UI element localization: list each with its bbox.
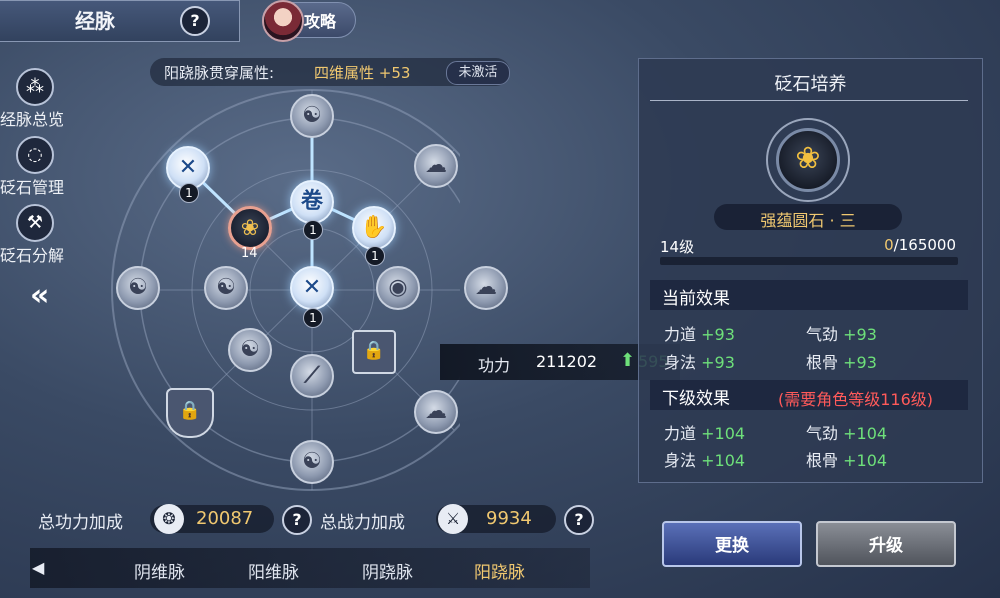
node-mid-right[interactable]: ◉ xyxy=(376,266,420,310)
current-stat: 气劲 +93 xyxy=(806,321,877,345)
menu-decompose-label[interactable]: 砭石分解 xyxy=(0,242,64,266)
current-effect-title: 当前效果 xyxy=(662,289,730,309)
menu-overview-label[interactable]: 经脉总览 xyxy=(0,106,64,130)
node-selected-level: 14 xyxy=(241,246,258,261)
next-effect-title: 下级效果 xyxy=(662,389,730,409)
current-stat: 根骨 +93 xyxy=(806,349,877,373)
hammer-icon[interactable]: ⚒ xyxy=(16,204,54,242)
stat-name: 根骨 xyxy=(806,353,839,372)
collapse-arrow-icon[interactable]: « xyxy=(30,278,49,313)
node-level-badge: 1 xyxy=(365,246,385,266)
stat-name: 气劲 xyxy=(806,424,839,443)
page-title: 经脉 xyxy=(75,9,115,33)
next-stat: 气劲 +104 xyxy=(806,420,887,444)
tab-yangwei[interactable]: 阳维脉 xyxy=(248,558,299,583)
node-level-badge: 1 xyxy=(179,183,199,203)
node-right-active[interactable]: ✋ xyxy=(352,206,396,250)
stat-name: 力道 xyxy=(664,325,697,344)
node-top[interactable]: ☯ xyxy=(290,94,334,138)
stat-value: +93 xyxy=(701,325,735,344)
next-stat: 身法 +104 xyxy=(664,447,745,471)
menu-manage-label[interactable]: 砭石管理 xyxy=(0,174,64,198)
skill-bonus-label: 总功力加成 xyxy=(38,513,123,533)
upgrade-button[interactable]: 升级 xyxy=(816,521,956,567)
battle-bonus-label: 总战力加成 xyxy=(320,513,405,533)
node-level-badge: 1 xyxy=(303,220,323,240)
tab-yinwei[interactable]: 阴维脉 xyxy=(134,558,185,583)
stat-name: 气劲 xyxy=(806,325,839,344)
panel-divider xyxy=(650,100,968,101)
replace-button[interactable]: 更换 xyxy=(662,521,802,567)
next-stat: 根骨 +104 xyxy=(806,447,887,471)
node-center-active[interactable]: ✕ xyxy=(290,266,334,310)
ring-icon[interactable]: ◌ xyxy=(16,136,54,174)
node-level-badge: 1 xyxy=(303,308,323,328)
skill-bonus-icon: ❂ xyxy=(154,504,184,534)
tab-yinqiao[interactable]: 阴跷脉 xyxy=(362,558,413,583)
stat-value: +93 xyxy=(701,353,735,372)
exp-max: /165000 xyxy=(893,236,956,254)
node-center-top-active[interactable]: 卷 xyxy=(290,180,334,224)
node-lower-left[interactable]: ☯ xyxy=(228,328,272,372)
stat-name: 根骨 xyxy=(806,451,839,470)
node-upper-right[interactable]: ☁ xyxy=(414,144,458,188)
node-far-right[interactable]: ☁ xyxy=(464,266,508,310)
skill-bonus-value: 20087 xyxy=(196,508,254,529)
tab-prev-arrow-icon[interactable]: ◀ xyxy=(32,558,44,577)
battle-bonus-help-icon[interactable]: ? xyxy=(564,505,594,535)
tab-yangqiao-active[interactable]: 阳跷脉 xyxy=(474,558,525,583)
node-far-left[interactable]: ☯ xyxy=(116,266,160,310)
node-lower-center[interactable]: ⟋ xyxy=(290,354,334,398)
stat-value: +104 xyxy=(701,451,746,470)
current-stat: 力道 +93 xyxy=(664,321,735,345)
node-lower-right[interactable]: ☁ xyxy=(414,390,458,434)
power-label: 功力 xyxy=(478,356,511,375)
stat-value: +104 xyxy=(701,424,746,443)
stone-name: 强蕴圆石 · 三 xyxy=(760,211,856,230)
exp-progress-bar xyxy=(660,257,958,265)
stat-value: +104 xyxy=(843,451,888,470)
panel-title: 砭石培养 xyxy=(774,74,847,95)
power-value: 211202 xyxy=(536,352,598,371)
skill-bonus-help-icon[interactable]: ? xyxy=(282,505,312,535)
node-selected[interactable]: ❀ xyxy=(228,206,272,250)
guide-avatar[interactable] xyxy=(262,0,304,42)
node-mid-left[interactable]: ☯ xyxy=(204,266,248,310)
up-arrow-icon: ⬆ xyxy=(620,350,636,371)
stat-value: +104 xyxy=(843,424,888,443)
locked-node-icon[interactable]: 🔒 xyxy=(352,330,396,374)
lotus-stone-icon: ❀ xyxy=(776,128,840,192)
help-icon[interactable]: ? xyxy=(180,6,210,36)
next-effect-requirement: (需要角色等级116级) xyxy=(778,390,934,409)
locked-shield-icon[interactable]: 🔒 xyxy=(166,388,214,438)
stone-level: 14级 xyxy=(660,238,695,256)
stat-value: +93 xyxy=(843,353,877,372)
stat-value: +93 xyxy=(843,325,877,344)
stat-name: 身法 xyxy=(664,451,697,470)
exp-readout: 0/165000 xyxy=(860,236,956,254)
battle-bonus-icon: ⚔ xyxy=(438,504,468,534)
stat-name: 力道 xyxy=(664,424,697,443)
stat-name: 身法 xyxy=(664,353,697,372)
exp-current: 0 xyxy=(884,236,894,254)
node-bottom[interactable]: ☯ xyxy=(290,440,334,484)
guide-label[interactable]: 攻略 xyxy=(304,8,336,32)
current-stat: 身法 +93 xyxy=(664,349,735,373)
battle-bonus-value: 9934 xyxy=(486,508,532,529)
next-stat: 力道 +104 xyxy=(664,420,745,444)
constellation-icon[interactable]: ⁂ xyxy=(16,68,54,106)
